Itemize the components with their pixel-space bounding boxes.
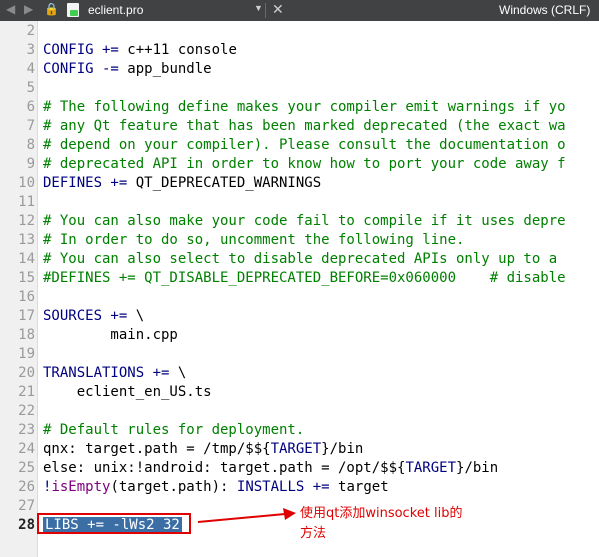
annotation-arrow: [197, 508, 296, 523]
annotation-line-2: 方法: [300, 526, 327, 541]
annotation-text: 使用qt添加winsocket lib的 方法: [300, 504, 462, 544]
annotation-line-1: 使用qt添加winsocket lib的: [300, 506, 463, 521]
